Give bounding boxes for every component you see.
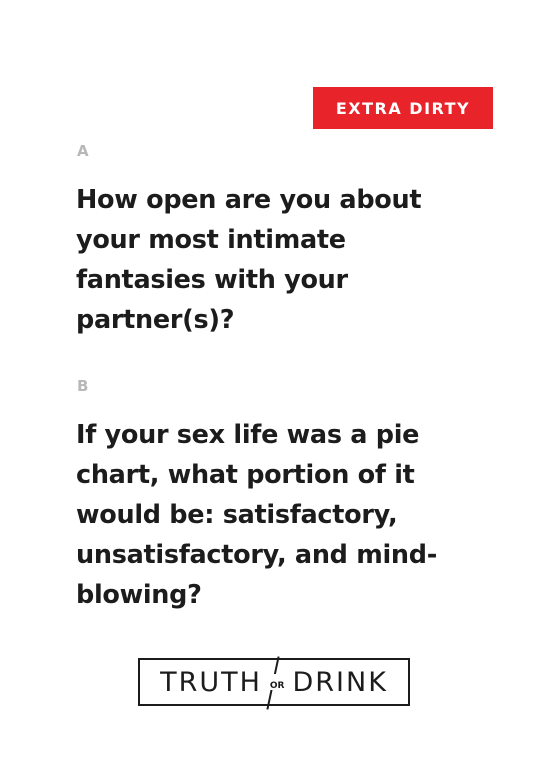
option-b-label: B (77, 377, 89, 395)
logo-word-or: OR (269, 681, 285, 691)
extra-dirty-badge: EXTRA DIRTY (313, 87, 493, 129)
option-b-question: If your sex life was a pie chart, what p… (76, 420, 438, 610)
logo-word-drink: DRINK (292, 666, 388, 698)
logo-word-truth: TRUTH (160, 666, 262, 698)
option-a-label: A (77, 142, 89, 160)
truth-or-drink-logo: TRUTH OR DRINK (138, 656, 410, 710)
option-a-question: How open are you about your most intimat… (76, 185, 422, 335)
